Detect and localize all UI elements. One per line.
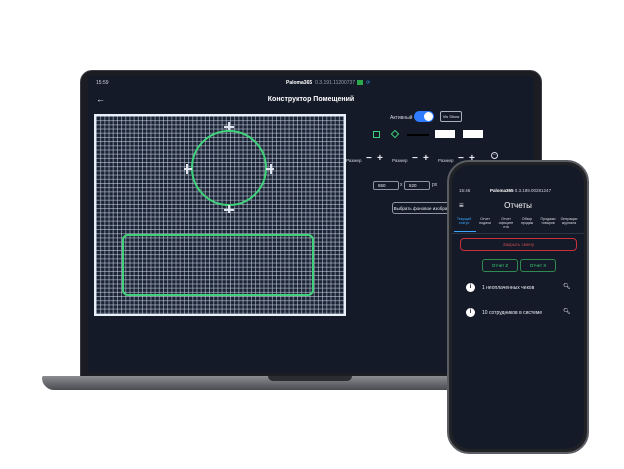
- sync-icon[interactable]: ⟳: [366, 80, 370, 86]
- phone-app-version: 0.3.189.00281247: [514, 188, 552, 193]
- color-swatch-2[interactable]: [463, 130, 483, 138]
- page-title: Конструктор Помещений: [267, 96, 355, 103]
- resize-handle-left-stem[interactable]: [184, 168, 192, 170]
- diamond-shape-tool[interactable]: [390, 129, 400, 139]
- size-label-1: Размер: [346, 158, 362, 163]
- tab-waiter-report[interactable]: Отчет официте нта: [496, 217, 516, 230]
- active-toggle[interactable]: [414, 111, 434, 122]
- tab-report-submission[interactable]: Отчет подачи: [475, 217, 495, 225]
- report-x-button[interactable]: Отчет X: [520, 259, 556, 272]
- size-minus-button-2[interactable]: −: [412, 153, 418, 164]
- active-tab-indicator: [454, 231, 476, 232]
- toggle-knob: [424, 112, 433, 121]
- stage: 15:59 Paloma365 0.3.191.11200737 ⟳ ← Конст…: [0, 0, 624, 469]
- status-bar: 15:59 Paloma365 0.3.191.11200737 ⟳: [88, 76, 534, 90]
- info-icon: i: [466, 283, 475, 292]
- color-swatch-1[interactable]: [435, 130, 455, 138]
- unit-label: px: [432, 182, 438, 188]
- size-minus-button-1[interactable]: −: [366, 153, 372, 164]
- report-z-button[interactable]: Отчет Z: [482, 259, 518, 272]
- search-icon[interactable]: 🔍︎: [563, 308, 571, 315]
- list-item-text: 1 неоплаченных чеков: [482, 285, 535, 291]
- tab-current-status[interactable]: Текущий статус: [454, 217, 474, 225]
- laptop-notch: [268, 376, 352, 381]
- close-shift-button[interactable]: Закрыть смену: [460, 238, 577, 251]
- height-input[interactable]: 520: [404, 181, 430, 190]
- tab-journal-operations[interactable]: Операции журнала: [559, 217, 579, 225]
- search-icon[interactable]: 🔍︎: [563, 283, 571, 290]
- phone-status-time: 15:46: [459, 188, 471, 193]
- list-item[interactable]: i 10 сотрудников в системе 🔍︎: [466, 308, 576, 320]
- status-time: 15:59: [96, 80, 109, 86]
- phone-app-name: Paloma365: [490, 188, 514, 193]
- remove-circle-icon[interactable]: −: [491, 152, 498, 159]
- status-app-info: Paloma365 0.3.191.11200737 ⟳: [286, 80, 370, 86]
- connection-icon: [357, 80, 364, 86]
- resize-handle-bottom-stem[interactable]: [228, 205, 230, 213]
- app-version: 0.3.191.11200737: [315, 80, 356, 86]
- phone-app-info: Paloma365 0.3.189.00281247: [490, 188, 551, 193]
- info-icon: i: [466, 308, 475, 317]
- room-canvas[interactable]: [94, 114, 346, 316]
- size-plus-button-1[interactable]: +: [377, 153, 383, 164]
- square-shape-tool[interactable]: [373, 131, 380, 138]
- phone-title: Отчеты: [504, 201, 532, 210]
- tab-sales-overview[interactable]: Обзор продаж: [517, 217, 537, 225]
- phone-screen: 15:46 Paloma365 0.3.189.00281247 ≡ Отчет…: [452, 165, 584, 449]
- size-plus-button-2[interactable]: +: [423, 153, 429, 164]
- times-sign: x: [400, 182, 403, 188]
- round-table-shape[interactable]: [191, 130, 267, 206]
- tab-product-sales[interactable]: Продажи товаров: [538, 217, 558, 225]
- show-button[interactable]: Vis Show: [440, 111, 462, 122]
- app-name: Paloma365: [286, 80, 313, 86]
- rect-table-shape[interactable]: [122, 234, 314, 296]
- width-input[interactable]: 650: [373, 181, 399, 190]
- list-item-text: 10 сотрудников в системе: [482, 310, 543, 316]
- line-shape-tool[interactable]: [407, 134, 429, 136]
- active-label: Активный: [390, 115, 413, 121]
- size-label-3: Размер: [438, 158, 454, 163]
- resize-handle-right-stem[interactable]: [266, 168, 274, 170]
- resize-handle-top-stem[interactable]: [228, 122, 230, 130]
- list-item[interactable]: i 1 неоплаченных чеков 🔍︎: [466, 283, 576, 295]
- size-label-2: Размер: [392, 158, 408, 163]
